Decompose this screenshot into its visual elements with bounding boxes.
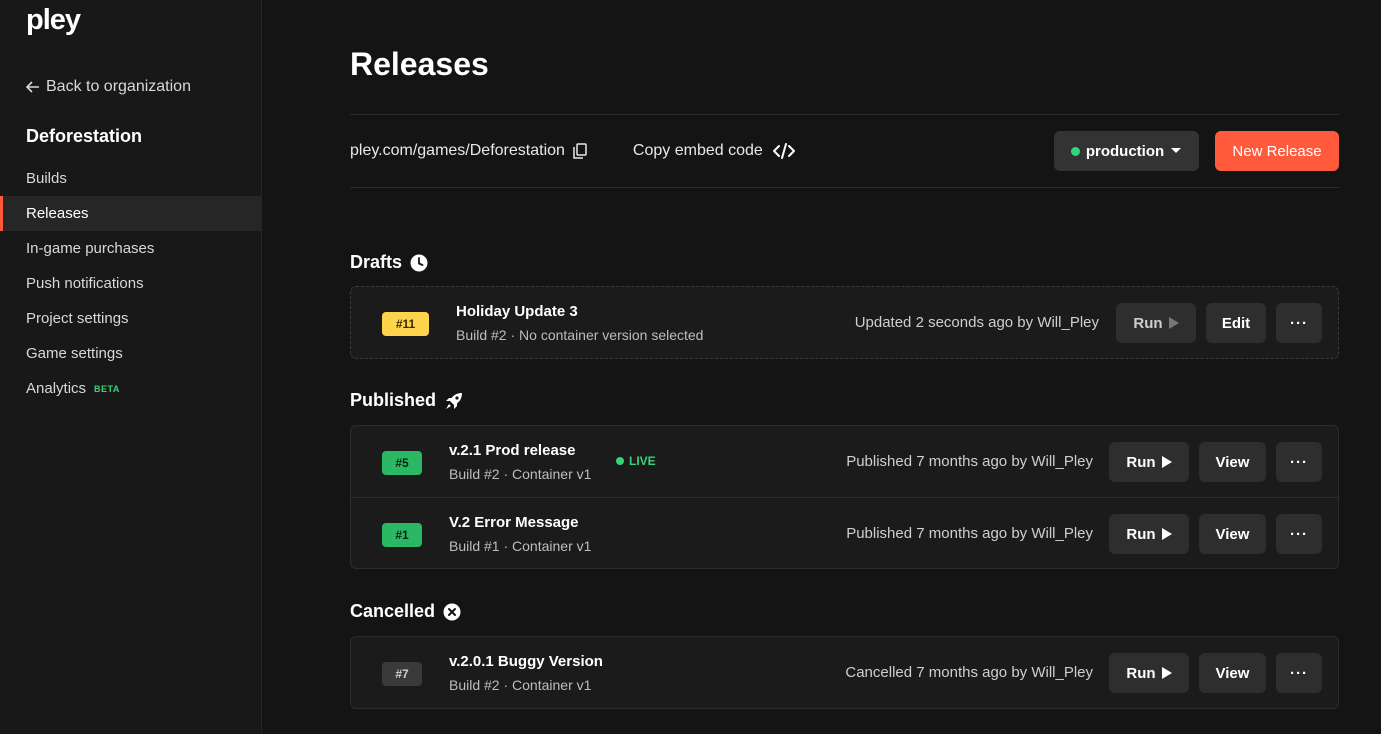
more-options-button[interactable]: ··· [1276, 303, 1322, 343]
play-icon [1168, 317, 1179, 329]
project-name: Deforestation [26, 126, 143, 146]
live-label: LIVE [629, 454, 656, 468]
sidebar-item-label: Builds [26, 170, 67, 187]
release-row[interactable]: #11 Holiday Update 3 Build #2 · No conta… [351, 287, 1338, 358]
run-label: Run [1126, 664, 1156, 682]
release-number-badge: #11 [382, 312, 429, 336]
play-icon [1161, 456, 1172, 468]
section-title-label: Cancelled [350, 601, 436, 621]
release-row[interactable]: #7 v.2.0.1 Buggy Version Build #2 · Cont… [351, 637, 1338, 708]
release-name: Holiday Update 3 [456, 303, 578, 320]
more-icon: ··· [1290, 525, 1308, 543]
cancelled-list: #7 v.2.0.1 Buggy Version Build #2 · Cont… [350, 636, 1339, 709]
run-label: Run [1126, 525, 1156, 543]
release-subtitle: Build #2 · Container v1 [449, 677, 592, 693]
embed-label: Copy embed code [632, 142, 763, 159]
arrow-left-icon [26, 81, 40, 93]
sidebar-item-project-settings[interactable]: Project settings [0, 301, 262, 336]
release-meta: Published 7 months ago by Will_Pley [846, 525, 1093, 542]
release-name: V.2 Error Message [449, 514, 579, 531]
game-url: pley.com/games/Deforestation [350, 142, 565, 159]
environment-label: production [1085, 142, 1165, 160]
sidebar-item-label: In-game purchases [26, 240, 155, 257]
back-link-label: Back to organization [46, 78, 191, 95]
divider [350, 114, 1339, 115]
run-button[interactable]: Run [1109, 514, 1189, 554]
section-cancelled: Cancelled [350, 601, 461, 622]
sidebar-item-label: Analytics [26, 380, 87, 397]
caret-down-icon [1170, 147, 1182, 155]
x-circle-icon [443, 603, 461, 621]
more-options-button[interactable]: ··· [1276, 653, 1322, 693]
page-title: Releases [350, 46, 489, 82]
sidebar-item-analytics[interactable]: Analytics BETA [0, 371, 262, 406]
edit-button[interactable]: Edit [1206, 303, 1266, 343]
more-icon: ··· [1290, 664, 1308, 682]
more-icon: ··· [1290, 453, 1308, 471]
sidebar-item-builds[interactable]: Builds [0, 161, 262, 196]
rocket-icon [444, 391, 464, 411]
releases-toolbar: pley.com/games/Deforestation Copy embed … [350, 131, 1339, 171]
release-number-badge: #5 [382, 451, 422, 475]
release-number-badge: #1 [382, 523, 422, 547]
section-drafts: Drafts [350, 252, 428, 273]
release-subtitle: Build #1 · Container v1 [449, 538, 592, 554]
run-label: Run [1133, 314, 1163, 332]
sidebar: pley Back to organization Deforestation … [0, 0, 262, 734]
section-title-label: Drafts [350, 252, 403, 272]
sidebar-nav: Builds Releases In-game purchases Push n… [0, 161, 262, 406]
play-icon [1161, 528, 1172, 540]
release-row[interactable]: #1 V.2 Error Message Build #1 · Containe… [351, 497, 1338, 568]
status-dot [1070, 146, 1080, 156]
sidebar-item-game-settings[interactable]: Game settings [0, 336, 262, 371]
play-icon [1161, 667, 1172, 679]
more-icon: ··· [1290, 314, 1308, 332]
release-name: v.2.0.1 Buggy Version [449, 653, 603, 670]
sidebar-item-label: Push notifications [26, 275, 144, 292]
sidebar-item-push-notifications[interactable]: Push notifications [0, 266, 262, 301]
copy-embed-code-button[interactable]: Copy embed code [633, 142, 795, 160]
divider [350, 187, 1339, 188]
release-meta: Updated 2 seconds ago by Will_Pley [854, 314, 1099, 331]
run-button[interactable]: Run [1116, 303, 1196, 343]
view-button[interactable]: View [1199, 653, 1266, 693]
release-meta: Published 7 months ago by Will_Pley [846, 453, 1093, 470]
run-button[interactable]: Run [1109, 653, 1189, 693]
more-options-button[interactable]: ··· [1276, 442, 1322, 482]
release-number-badge: #7 [382, 662, 422, 686]
game-url-copy[interactable]: pley.com/games/Deforestation [350, 142, 587, 160]
new-release-button[interactable]: New Release [1215, 131, 1339, 171]
sidebar-item-in-game-purchases[interactable]: In-game purchases [0, 231, 262, 266]
run-button[interactable]: Run [1109, 442, 1189, 482]
clock-icon [410, 254, 428, 272]
code-icon [772, 143, 795, 159]
back-to-organization-link[interactable]: Back to organization [26, 78, 191, 96]
section-published: Published [350, 390, 464, 411]
copy-icon [573, 143, 587, 159]
section-title-label: Published [350, 390, 437, 410]
sidebar-item-label: Project settings [26, 310, 129, 327]
release-meta: Cancelled 7 months ago by Will_Pley [845, 664, 1093, 681]
sidebar-item-releases[interactable]: Releases [0, 196, 262, 231]
beta-badge: BETA [94, 383, 120, 394]
view-button[interactable]: View [1199, 514, 1266, 554]
environment-dropdown[interactable]: production [1054, 131, 1199, 171]
published-list: #5 v.2.1 Prod release LIVE Build #2 · Co… [350, 425, 1339, 569]
release-subtitle: Build #2 · No container version selected [456, 327, 704, 343]
view-button[interactable]: View [1199, 442, 1266, 482]
live-status: LIVE [616, 454, 656, 468]
live-dot [616, 457, 624, 465]
sidebar-item-label: Game settings [26, 345, 123, 362]
more-options-button[interactable]: ··· [1276, 514, 1322, 554]
pley-logo[interactable]: pley [26, 4, 81, 37]
release-name: v.2.1 Prod release [449, 442, 576, 459]
drafts-list: #11 Holiday Update 3 Build #2 · No conta… [350, 286, 1339, 359]
release-row[interactable]: #5 v.2.1 Prod release LIVE Build #2 · Co… [351, 426, 1338, 497]
run-label: Run [1126, 453, 1156, 471]
release-subtitle: Build #2 · Container v1 [449, 466, 592, 482]
sidebar-item-label: Releases [26, 205, 89, 222]
